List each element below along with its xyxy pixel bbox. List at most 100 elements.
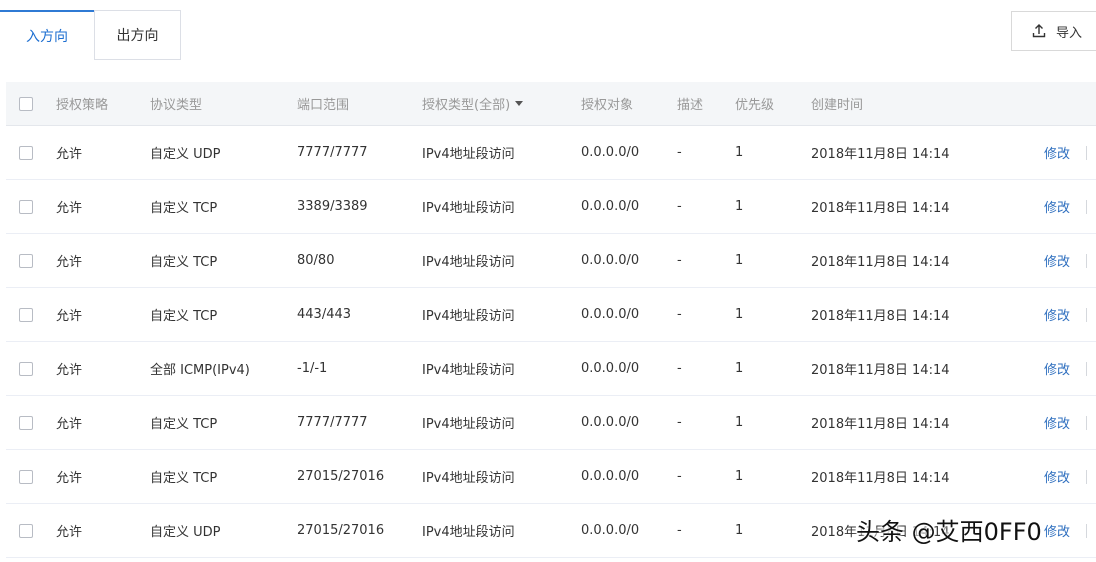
action-divider: [1086, 145, 1087, 160]
cell-protocol: 自定义 TCP: [150, 201, 218, 216]
cell-description: -: [677, 253, 682, 268]
cell-priority: 1: [735, 253, 744, 268]
cell-port-range: 7777/7777: [297, 145, 368, 160]
action-divider: [1086, 415, 1087, 430]
cell-protocol: 全部 ICMP(IPv4): [150, 363, 250, 378]
auth-type-label: 授权类型(全部): [422, 98, 511, 113]
cell-created: 2018年11月8日 14:14: [811, 255, 950, 270]
cell-auth-type: IPv4地址段访问: [422, 309, 515, 324]
cell-port-range: -1/-1: [297, 361, 328, 376]
edit-link[interactable]: 修改: [1044, 288, 1070, 341]
column-header-auth-object: 授权对象: [581, 98, 634, 113]
table-header: 授权策略 协议类型 端口范围 授权类型(全部) 授权对象 描述 优先级 创建时间: [6, 82, 1096, 126]
cell-policy: 允许: [56, 417, 83, 432]
action-divider: [1086, 199, 1087, 214]
table-row: 允许 自定义 TCP 27015/27016 IPv4地址段访问 0.0.0.0/0 - 1…: [6, 450, 1096, 504]
row-checkbox[interactable]: [19, 199, 33, 214]
cell-auth-type: IPv4地址段访问: [422, 471, 515, 486]
row-checkbox[interactable]: [19, 415, 33, 430]
cell-protocol: 自定义 TCP: [150, 417, 218, 432]
table-row: 允许 自定义 TCP 443/443 IPv4地址段访问 0.0.0.0/0 - 1 2018…: [6, 288, 1096, 342]
edit-link[interactable]: 修改: [1044, 504, 1070, 557]
row-checkbox[interactable]: [19, 523, 33, 538]
cell-port-range: 7777/7777: [297, 415, 368, 430]
cell-priority: 1: [735, 361, 744, 376]
cell-description: -: [677, 307, 682, 322]
cell-auth-type: IPv4地址段访问: [422, 363, 515, 378]
action-divider: [1086, 307, 1087, 322]
cell-created: 2018年11月8日 14:14: [811, 363, 950, 378]
row-checkbox[interactable]: [19, 253, 33, 268]
select-all-checkbox[interactable]: [19, 96, 33, 111]
action-divider: [1086, 361, 1087, 376]
tab-outbound[interactable]: 出方向: [94, 10, 181, 60]
cell-description: -: [677, 145, 682, 160]
cell-port-range: 27015/27016: [297, 523, 385, 538]
table-row: 允许 自定义 TCP 3389/3389 IPv4地址段访问 0.0.0.0/0 - 1 20…: [6, 180, 1096, 234]
cell-policy: 允许: [56, 147, 83, 162]
edit-link[interactable]: 修改: [1044, 180, 1070, 233]
action-divider: [1086, 523, 1087, 538]
cell-priority: 1: [735, 523, 744, 538]
table-row: 允许 自定义 TCP 80/80 IPv4地址段访问 0.0.0.0/0 - 1 2018年1…: [6, 234, 1096, 288]
cell-port-range: 80/80: [297, 253, 335, 268]
cell-created: 2018年11月8日 14:14: [811, 417, 950, 432]
cell-protocol: 自定义 UDP: [150, 147, 221, 162]
cell-protocol: 自定义 TCP: [150, 471, 218, 486]
cell-description: -: [677, 415, 682, 430]
cell-auth-type: IPv4地址段访问: [422, 255, 515, 270]
edit-link[interactable]: 修改: [1044, 450, 1070, 503]
table-body: 允许 自定义 UDP 7777/7777 IPv4地址段访问 0.0.0.0/0-1 20…: [6, 126, 1096, 558]
edit-link[interactable]: 修改: [1044, 396, 1070, 449]
tab-inbound[interactable]: 入方向: [0, 10, 94, 60]
table-row: 允许 自定义 TCP 7777/7777 IPv4地址段访问 0.0.0.0/0 - 1 20…: [6, 396, 1096, 450]
cell-auth-object: 0.0.0.0/0: [581, 145, 640, 160]
cell-created: 2018年11月8日 14:14: [811, 471, 950, 486]
import-button[interactable]: 导入: [1011, 11, 1096, 51]
cell-auth-object: 0.0.0.0/0: [581, 361, 640, 376]
column-header-auth-type-filter[interactable]: 授权类型(全部): [422, 82, 524, 125]
column-header-policy: 授权策略: [56, 98, 109, 113]
cell-port-range: 443/443: [297, 307, 352, 322]
rules-table: 授权策略 协议类型 端口范围 授权类型(全部) 授权对象 描述 优先级 创建时间…: [6, 82, 1096, 558]
cell-auth-object: 0.0.0.0/0: [581, 415, 640, 430]
edit-link[interactable]: 修改: [1044, 342, 1070, 395]
edit-link[interactable]: 修改: [1044, 126, 1070, 179]
column-header-priority: 优先级: [735, 98, 775, 113]
cell-priority: 1: [735, 469, 744, 484]
security-group-rules-page: 入方向 出方向 导入 授权策略 协议类型 端口范围 授权类型(全部) 授权对象 …: [0, 0, 1096, 562]
row-checkbox[interactable]: [19, 307, 33, 322]
edit-link[interactable]: 修改: [1044, 234, 1070, 287]
row-checkbox[interactable]: [19, 469, 33, 484]
cell-description: -: [677, 523, 682, 538]
cell-protocol: 自定义 TCP: [150, 309, 218, 324]
cell-priority: 1: [735, 199, 744, 214]
cell-policy: 允许: [56, 255, 83, 270]
cell-policy: 允许: [56, 363, 83, 378]
cell-port-range: 27015/27016: [297, 469, 385, 484]
table-row: 允许 全部 ICMP(IPv4) -1/-1 IPv4地址段访问 0.0.0.0/0 - 1…: [6, 342, 1096, 396]
cell-created: 2018年11月8日 14:14: [811, 201, 950, 216]
cell-policy: 允许: [56, 201, 83, 216]
cell-policy: 允许: [56, 471, 83, 486]
cell-auth-type: IPv4地址段访问: [422, 201, 515, 216]
action-divider: [1086, 253, 1087, 268]
cell-policy: 允许: [56, 309, 83, 324]
column-header-protocol: 协议类型: [150, 98, 203, 113]
cell-auth-object: 0.0.0.0/0: [581, 469, 640, 484]
cell-priority: 1: [735, 145, 744, 160]
cell-policy: 允许: [56, 525, 83, 540]
row-checkbox[interactable]: [19, 145, 33, 160]
cell-auth-type: IPv4地址段访问: [422, 147, 515, 162]
caret-down-icon: [515, 101, 524, 106]
column-header-created: 创建时间: [811, 98, 864, 113]
cell-auth-type: IPv4地址段访问: [422, 417, 515, 432]
cell-priority: 1: [735, 415, 744, 430]
row-checkbox[interactable]: [19, 361, 33, 376]
cell-priority: 1: [735, 307, 744, 322]
watermark: 头条 @艾西0FF0: [856, 518, 1042, 546]
import-label: 导入: [1056, 25, 1083, 41]
action-divider: [1086, 469, 1087, 484]
cell-protocol: 自定义 UDP: [150, 525, 221, 540]
cell-auth-type: IPv4地址段访问: [422, 525, 515, 540]
